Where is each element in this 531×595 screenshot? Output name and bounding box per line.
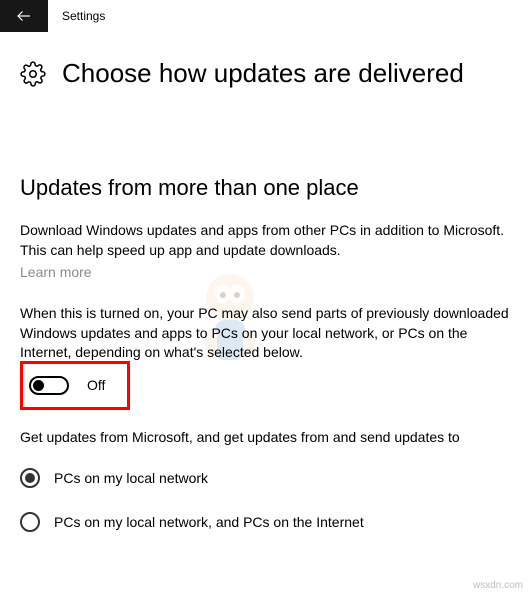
section-paragraph-1: Download Windows updates and apps from o… bbox=[20, 221, 511, 260]
radio-icon bbox=[20, 512, 40, 532]
radio-label: PCs on my local network, and PCs on the … bbox=[54, 514, 364, 530]
radio-icon bbox=[20, 468, 40, 488]
toggle-state-label: Off bbox=[87, 377, 105, 393]
toggle-highlight-box: Off bbox=[20, 361, 130, 410]
titlebar: Settings bbox=[0, 0, 531, 32]
radio-option-local[interactable]: PCs on my local network bbox=[20, 468, 511, 488]
learn-more-link[interactable]: Learn more bbox=[20, 264, 92, 280]
toggle-knob bbox=[33, 380, 44, 391]
page-title: Choose how updates are delivered bbox=[62, 58, 464, 89]
radio-option-local-and-internet[interactable]: PCs on my local network, and PCs on the … bbox=[20, 512, 511, 532]
sub-description: Get updates from Microsoft, and get upda… bbox=[20, 428, 511, 448]
gear-icon bbox=[20, 61, 46, 87]
page-heading-row: Choose how updates are delivered bbox=[20, 58, 511, 89]
titlebar-label: Settings bbox=[62, 9, 105, 23]
radio-label: PCs on my local network bbox=[54, 470, 208, 486]
back-button[interactable] bbox=[0, 0, 48, 32]
watermark: wsxdn.com bbox=[473, 580, 523, 591]
content: Choose how updates are delivered Updates… bbox=[0, 32, 531, 576]
back-arrow-icon bbox=[15, 7, 33, 25]
delivery-toggle[interactable] bbox=[29, 376, 69, 395]
section-paragraph-2: When this is turned on, your PC may also… bbox=[20, 304, 511, 363]
section-heading: Updates from more than one place bbox=[20, 175, 511, 201]
